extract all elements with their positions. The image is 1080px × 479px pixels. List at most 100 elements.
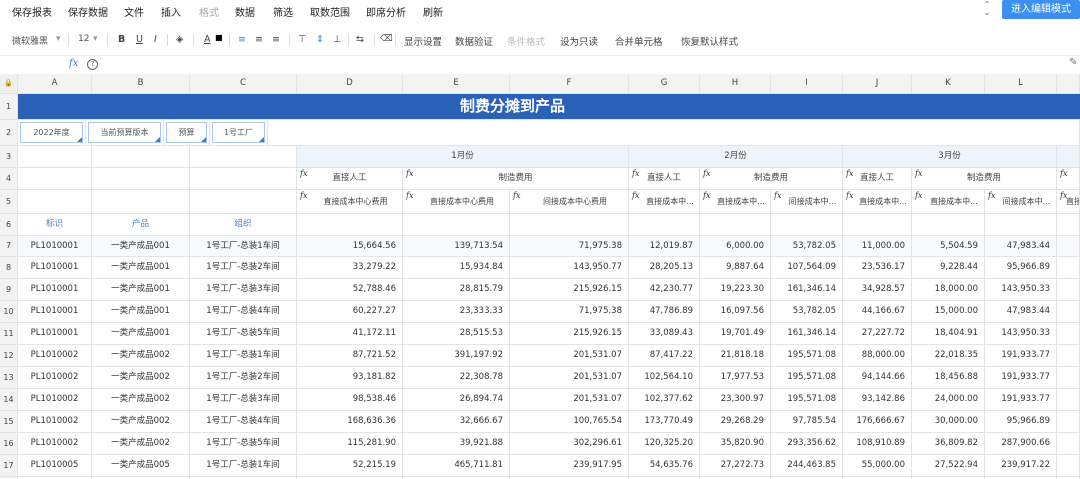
- row-product[interactable]: 一类产成品002: [92, 433, 190, 455]
- value-cell[interactable]: 28,815.79: [403, 279, 510, 301]
- value-cell[interactable]: 39,921.88: [403, 433, 510, 455]
- value-cell[interactable]: 465,711.81: [403, 455, 510, 477]
- empty-cell[interactable]: [297, 214, 403, 236]
- row-header[interactable]: 16: [0, 433, 18, 455]
- value-cell[interactable]: 12,019.87: [629, 236, 700, 257]
- value-cell[interactable]: 19,223.30: [700, 279, 771, 301]
- column-header-e[interactable]: E: [403, 74, 510, 94]
- value-cell[interactable]: 239,917.95: [510, 455, 629, 477]
- value-cell[interactable]: 102,564.10: [629, 367, 700, 389]
- value-cell[interactable]: 53,782.05: [771, 236, 843, 257]
- empty-cell[interactable]: [92, 146, 190, 168]
- value-cell[interactable]: 102,377.62: [629, 389, 700, 411]
- value-cell[interactable]: 287,900.66: [985, 433, 1057, 455]
- row-id[interactable]: PL1010001: [18, 323, 92, 345]
- value-cell[interactable]: 94,144.66: [843, 367, 912, 389]
- help-icon[interactable]: ?: [87, 59, 98, 70]
- value-cell[interactable]: 47,983.44: [985, 301, 1057, 323]
- row-id[interactable]: PL1010001: [18, 279, 92, 301]
- value-cell[interactable]: 28,205.13: [629, 257, 700, 279]
- value-cell[interactable]: 52,788.46: [297, 279, 403, 301]
- row-org[interactable]: 1号工厂-总装4车间: [190, 411, 297, 433]
- filter-box[interactable]: 1号工厂: [212, 122, 265, 143]
- value-cell[interactable]: 71,975.38: [510, 236, 629, 257]
- value-cell[interactable]: 35,820.90: [700, 433, 771, 455]
- column-header-i[interactable]: I: [771, 74, 843, 94]
- row-org[interactable]: 1号工厂-总装5车间: [190, 433, 297, 455]
- value-cell[interactable]: 41,172.11: [297, 323, 403, 345]
- value-cell[interactable]: 293,356.62: [771, 433, 843, 455]
- column-header-a[interactable]: A: [18, 74, 92, 94]
- row-header[interactable]: 7: [0, 236, 18, 257]
- menu-file[interactable]: 文件: [124, 4, 144, 19]
- filter-dropdown[interactable]: 1号工厂: [210, 120, 268, 146]
- value-cell[interactable]: 100,765.54: [510, 411, 629, 433]
- column-header-h[interactable]: H: [700, 74, 771, 94]
- value-cell[interactable]: 115,281.90: [297, 433, 403, 455]
- value-cell[interactable]: 191,933.77: [985, 345, 1057, 367]
- value-cell[interactable]: 195,571.08: [771, 345, 843, 367]
- value-cell[interactable]: 11,000.00: [843, 236, 912, 257]
- row-product[interactable]: 一类产成品005: [92, 455, 190, 477]
- chevron-down-icon[interactable]: ▾: [93, 34, 98, 44]
- value-cell[interactable]: 21,818.18: [700, 345, 771, 367]
- empty-cell[interactable]: [190, 168, 297, 190]
- value-cell[interactable]: 201,531.07: [510, 367, 629, 389]
- value-cell-partial[interactable]: [1057, 455, 1080, 477]
- valign-middle-icon[interactable]: ⇕: [316, 34, 324, 45]
- row-product[interactable]: 一类产成品001: [92, 323, 190, 345]
- empty-cell[interactable]: [1057, 214, 1080, 236]
- value-cell-partial[interactable]: [1057, 323, 1080, 345]
- value-cell[interactable]: 108,910.89: [843, 433, 912, 455]
- value-cell[interactable]: 18,000.00: [912, 279, 985, 301]
- row-product[interactable]: 一类产成品002: [92, 367, 190, 389]
- row-org[interactable]: 1号工厂-总装5车间: [190, 323, 297, 345]
- restore-default-style-button[interactable]: 恢复默认样式: [681, 34, 738, 48]
- row-header[interactable]: 1: [0, 94, 18, 120]
- value-cell[interactable]: 24,000.00: [912, 389, 985, 411]
- column-header-c[interactable]: C: [190, 74, 297, 94]
- spreadsheet-grid[interactable]: 🔒ABCDEFGHIJKL123456789101112131415161718…: [0, 74, 1080, 479]
- row-header[interactable]: 8: [0, 257, 18, 279]
- font-color-button[interactable]: A: [204, 34, 211, 45]
- empty-cell[interactable]: [92, 168, 190, 190]
- row-header[interactable]: 13: [0, 367, 18, 389]
- empty-cell[interactable]: [190, 190, 297, 214]
- value-cell[interactable]: 168,636.36: [297, 411, 403, 433]
- font-name-select[interactable]: 微软雅黑: [12, 34, 48, 47]
- value-cell[interactable]: 47,786.89: [629, 301, 700, 323]
- empty-cell[interactable]: [18, 168, 92, 190]
- menu-adhoc-analysis[interactable]: 即席分析: [366, 4, 406, 19]
- value-cell[interactable]: 5,504.59: [912, 236, 985, 257]
- row-header[interactable]: 2: [0, 120, 18, 146]
- filter-dropdown[interactable]: 预算: [164, 120, 210, 146]
- row-id[interactable]: PL1010002: [18, 345, 92, 367]
- value-cell[interactable]: 18,404.91: [912, 323, 985, 345]
- value-cell[interactable]: 15,934.84: [403, 257, 510, 279]
- row-org[interactable]: 1号工厂-总装2车间: [190, 257, 297, 279]
- value-cell[interactable]: 15,000.00: [912, 301, 985, 323]
- value-cell[interactable]: 87,721.52: [297, 345, 403, 367]
- row-header[interactable]: 5: [0, 190, 18, 214]
- empty-cell[interactable]: [190, 146, 297, 168]
- value-cell[interactable]: 391,197.92: [403, 345, 510, 367]
- select-all-corner[interactable]: 🔒: [0, 74, 18, 94]
- row-org[interactable]: 1号工厂-总装4车间: [190, 301, 297, 323]
- column-header-d[interactable]: D: [297, 74, 403, 94]
- row-product[interactable]: 一类产成品002: [92, 345, 190, 367]
- value-cell[interactable]: 60,227.27: [297, 301, 403, 323]
- value-cell[interactable]: 15,664.56: [297, 236, 403, 257]
- value-cell[interactable]: 55,000.00: [843, 455, 912, 477]
- row-org[interactable]: 1号工厂-总装1车间: [190, 455, 297, 477]
- value-cell[interactable]: 9,228.44: [912, 257, 985, 279]
- value-cell[interactable]: 71,975.38: [510, 301, 629, 323]
- empty-cell[interactable]: [403, 214, 510, 236]
- value-cell-partial[interactable]: [1057, 433, 1080, 455]
- value-cell[interactable]: 143,950.77: [510, 257, 629, 279]
- empty-cell[interactable]: [629, 214, 700, 236]
- empty-cell[interactable]: [18, 146, 92, 168]
- row-header[interactable]: 12: [0, 345, 18, 367]
- column-header-k[interactable]: K: [912, 74, 985, 94]
- value-cell[interactable]: 19,701.49: [700, 323, 771, 345]
- value-cell[interactable]: 44,166.67: [843, 301, 912, 323]
